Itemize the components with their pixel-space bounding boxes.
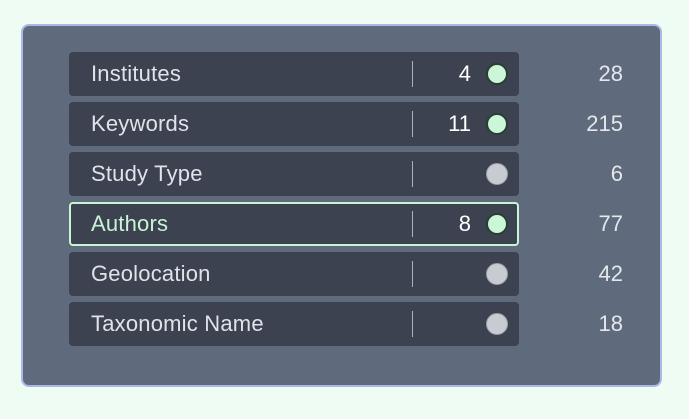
- filter-label: Geolocation: [91, 261, 211, 286]
- status-dot-icon: [486, 63, 508, 85]
- filter-button-keywords[interactable]: Keywords 11: [69, 102, 519, 146]
- filter-label: Taxonomic Name: [91, 311, 264, 336]
- status-dot-icon: [486, 263, 508, 285]
- filter-label: Authors: [91, 211, 169, 236]
- filter-row-institutes: Institutes 4 28: [69, 52, 631, 96]
- filter-list: Institutes 4 28 Keywords 11 215 Study Ty…: [69, 52, 631, 352]
- divider: [412, 261, 413, 287]
- selected-count: 4: [458, 61, 471, 86]
- filter-button-geolocation[interactable]: Geolocation: [69, 252, 519, 296]
- total-count: 28: [598, 61, 623, 86]
- filter-button-authors[interactable]: Authors 8: [69, 202, 519, 246]
- filter-button-study-type[interactable]: Study Type: [69, 152, 519, 196]
- total-count: 18: [598, 311, 623, 336]
- filter-row-study-type: Study Type 6: [69, 152, 631, 196]
- status-dot-icon: [486, 313, 508, 335]
- filter-button-taxonomic-name[interactable]: Taxonomic Name: [69, 302, 519, 346]
- filter-row-geolocation: Geolocation 42: [69, 252, 631, 296]
- divider: [412, 311, 413, 337]
- divider: [412, 211, 413, 237]
- selected-count: 11: [448, 111, 471, 136]
- status-dot-icon: [486, 213, 508, 235]
- selected-count: 8: [458, 211, 471, 236]
- filter-panel: Institutes 4 28 Keywords 11 215 Study Ty…: [21, 24, 662, 387]
- filter-row-authors: Authors 8 77: [69, 202, 631, 246]
- total-count: 215: [586, 111, 623, 136]
- total-count: 6: [610, 161, 623, 186]
- total-count: 77: [598, 211, 623, 236]
- filter-button-institutes[interactable]: Institutes 4: [69, 52, 519, 96]
- filter-label: Keywords: [91, 111, 190, 136]
- total-count: 42: [598, 261, 623, 286]
- divider: [412, 161, 413, 187]
- filter-row-keywords: Keywords 11 215: [69, 102, 631, 146]
- divider: [412, 61, 413, 87]
- status-dot-icon: [486, 113, 508, 135]
- filter-label: Institutes: [91, 61, 182, 86]
- filter-label: Study Type: [91, 161, 203, 186]
- divider: [412, 111, 413, 137]
- status-dot-icon: [486, 163, 508, 185]
- filter-row-taxonomic-name: Taxonomic Name 18: [69, 302, 631, 346]
